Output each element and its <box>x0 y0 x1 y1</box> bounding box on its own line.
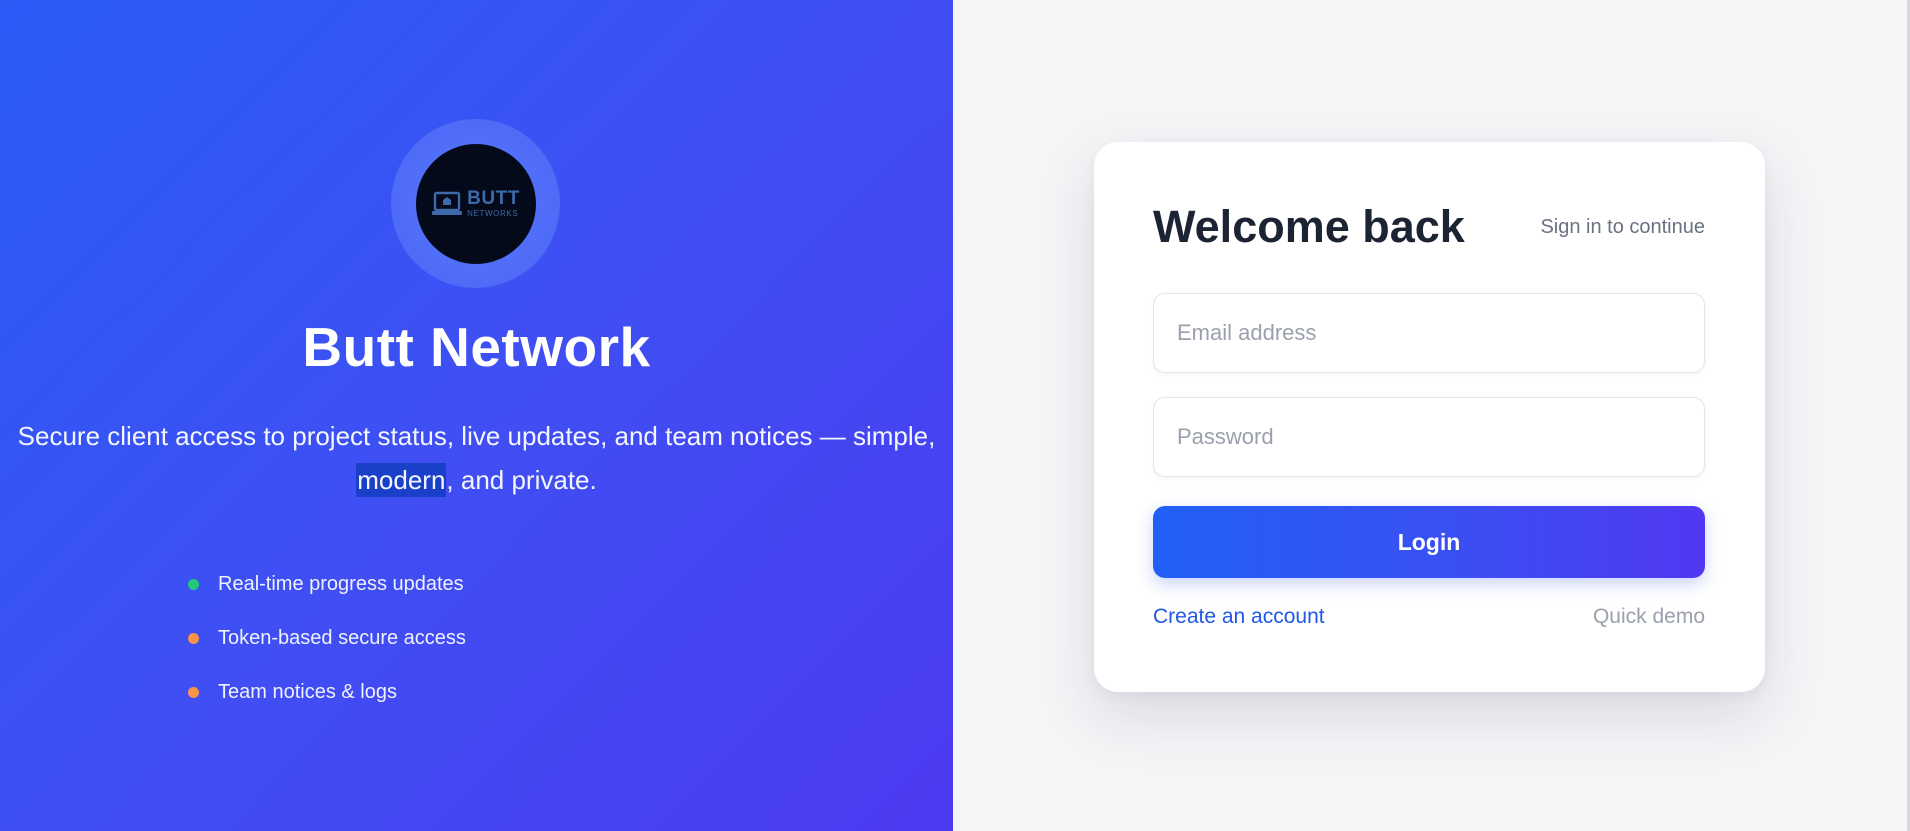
feature-item: Real-time progress updates <box>185 557 466 611</box>
login-page: BUTT NETWORKS Butt Network Secure client… <box>0 0 1910 831</box>
tagline-text-end: , and private. <box>446 465 597 495</box>
feature-item: Token-based secure access <box>185 611 466 665</box>
login-heading: Welcome back <box>1153 201 1465 252</box>
login-subtitle: Sign in to continue <box>1540 215 1705 238</box>
tagline-text-start: Secure client access to project status, … <box>17 421 936 451</box>
login-card: Welcome back Sign in to continue Login C… <box>1094 142 1765 692</box>
feature-item: Team notices & logs <box>185 665 466 719</box>
feature-label: Token-based secure access <box>218 626 466 649</box>
brand-hero-panel: BUTT NETWORKS Butt Network Secure client… <box>0 0 953 831</box>
feature-status-dot <box>188 632 199 644</box>
brand-logo-disc: BUTT NETWORKS <box>415 143 536 264</box>
brand-title: Butt Network <box>302 316 651 378</box>
tagline-selected-text: modern <box>356 463 447 497</box>
feature-status-dot <box>188 686 199 698</box>
logo-subtext: NETWORKS <box>467 209 519 218</box>
brand-tagline: Secure client access to project status, … <box>0 414 953 502</box>
login-links: Create an account Quick demo <box>1153 605 1705 629</box>
feature-status-dot <box>188 578 199 590</box>
create-account-link[interactable]: Create an account <box>1153 605 1325 629</box>
login-card-header: Welcome back Sign in to continue <box>1153 200 1705 254</box>
login-panel: Welcome back Sign in to continue Login C… <box>953 0 1910 831</box>
email-field[interactable] <box>1153 293 1705 373</box>
laptop-icon <box>432 191 463 215</box>
login-button[interactable]: Login <box>1153 506 1705 578</box>
feature-label: Team notices & logs <box>218 680 397 703</box>
password-field[interactable] <box>1153 397 1705 477</box>
feature-list: Real-time progress updates Token-based s… <box>185 557 466 719</box>
feature-label: Real-time progress updates <box>218 572 464 595</box>
brand-logo: BUTT NETWORKS <box>391 119 560 288</box>
logo-wordmark: BUTT <box>467 188 520 209</box>
quick-demo-link[interactable]: Quick demo <box>1593 605 1705 629</box>
